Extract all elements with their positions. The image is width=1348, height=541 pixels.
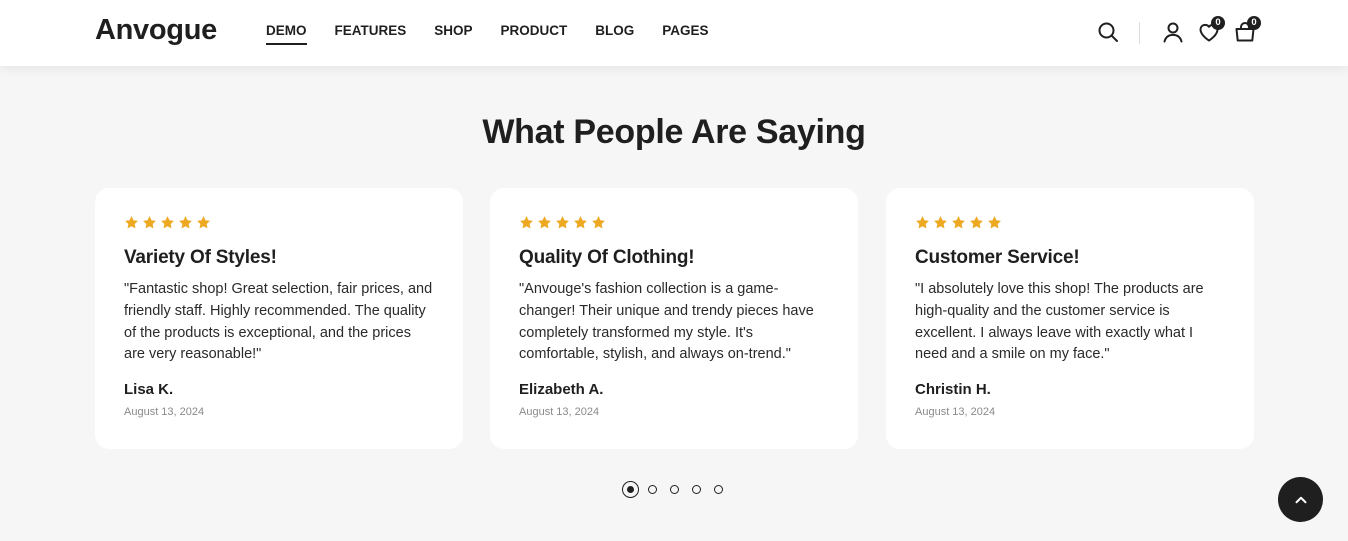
testimonial-card: Variety Of Styles! "Fantastic shop! Grea… — [95, 188, 463, 449]
star-icon — [519, 215, 534, 230]
pagination-dot-2[interactable] — [648, 485, 657, 494]
cart-button[interactable]: 0 — [1233, 16, 1261, 44]
star-icon — [537, 215, 552, 230]
chevron-up-icon — [1295, 496, 1306, 503]
testimonial-title: Quality Of Clothing! — [519, 247, 695, 268]
brand-logo[interactable]: Anvogue — [95, 14, 217, 47]
star-icon — [160, 215, 175, 230]
review-date: August 13, 2024 — [124, 406, 205, 418]
section-title: What People Are Saying — [482, 113, 866, 151]
carousel-pagination — [622, 481, 736, 498]
star-icon — [178, 215, 193, 230]
site-header: Anvogue DEMO FEATURES SHOP PRODUCT BLOG … — [0, 0, 1348, 66]
wishlist-button[interactable]: 0 — [1197, 16, 1225, 44]
star-icon — [915, 215, 930, 230]
star-icon — [951, 215, 966, 230]
pagination-dot-5[interactable] — [714, 485, 723, 494]
user-icon[interactable] — [1161, 20, 1185, 44]
star-icon — [591, 215, 606, 230]
pagination-dot-3[interactable] — [670, 485, 679, 494]
reviewer-name: Christin H. — [915, 381, 991, 398]
star-icon — [555, 215, 570, 230]
rating-stars — [124, 215, 435, 231]
star-icon — [987, 215, 1002, 230]
scroll-to-top-button[interactable] — [1278, 477, 1323, 522]
pagination-dot-4[interactable] — [692, 485, 701, 494]
nav-item-shop[interactable]: SHOP — [434, 23, 472, 45]
rating-stars — [519, 215, 830, 231]
reviewer-name: Lisa K. — [124, 381, 174, 398]
testimonial-text: "Fantastic shop! Great selection, fair p… — [124, 281, 433, 363]
wishlist-count-badge: 0 — [1211, 16, 1225, 30]
nav-item-pages[interactable]: PAGES — [662, 23, 708, 45]
review-date: August 13, 2024 — [519, 406, 600, 418]
search-icon[interactable] — [1096, 20, 1120, 44]
star-icon — [142, 215, 157, 230]
nav-item-product[interactable]: PRODUCT — [501, 23, 568, 45]
nav-item-features[interactable]: FEATURES — [335, 23, 407, 45]
testimonial-text: "Anvouge's fashion collection is a game-… — [519, 281, 814, 363]
testimonial-card: Quality Of Clothing! "Anvouge's fashion … — [490, 188, 858, 449]
header-divider — [1139, 22, 1140, 44]
review-date: August 13, 2024 — [915, 406, 996, 418]
pagination-dot-1[interactable] — [622, 481, 639, 498]
testimonial-text: "I absolutely love this shop! The produc… — [915, 281, 1204, 363]
testimonial-title: Customer Service! — [915, 247, 1080, 268]
nav-item-blog[interactable]: BLOG — [595, 23, 634, 45]
star-icon — [933, 215, 948, 230]
nav-item-demo[interactable]: DEMO — [266, 23, 307, 45]
testimonial-title: Variety Of Styles! — [124, 247, 277, 268]
testimonial-card: Customer Service! "I absolutely love thi… — [886, 188, 1254, 449]
rating-stars — [915, 215, 1226, 231]
cart-count-badge: 0 — [1247, 16, 1261, 30]
star-icon — [124, 215, 139, 230]
main-nav: DEMO FEATURES SHOP PRODUCT BLOG PAGES — [266, 23, 709, 45]
reviewer-name: Elizabeth A. — [519, 381, 604, 398]
star-icon — [573, 215, 588, 230]
star-icon — [196, 215, 211, 230]
star-icon — [969, 215, 984, 230]
